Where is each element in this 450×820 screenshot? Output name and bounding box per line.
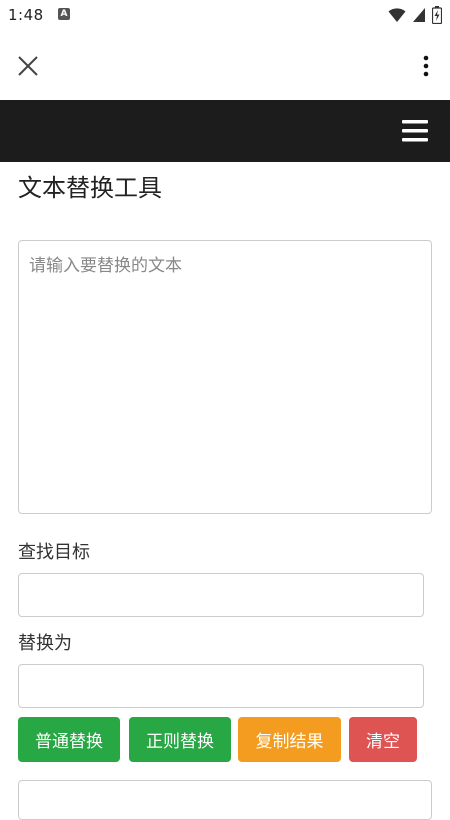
replace-with-input[interactable] bbox=[18, 664, 424, 708]
app-bar bbox=[0, 30, 450, 100]
wifi-icon bbox=[388, 8, 406, 22]
hamburger-menu-icon[interactable] bbox=[400, 116, 430, 146]
main-content: 文本替换工具 查找目标 替换为 普通替换 正则替换 复制结果 清空 bbox=[0, 162, 450, 820]
system-icons bbox=[388, 6, 442, 24]
source-text-input[interactable] bbox=[18, 240, 432, 514]
result-output[interactable] bbox=[18, 780, 432, 820]
battery-charging-icon bbox=[432, 6, 442, 24]
normal-replace-button[interactable]: 普通替换 bbox=[18, 717, 120, 762]
clear-button[interactable]: 清空 bbox=[349, 717, 417, 762]
replace-with-label: 替换为 bbox=[18, 633, 72, 654]
signal-icon bbox=[413, 8, 425, 22]
find-target-input[interactable] bbox=[18, 573, 424, 617]
more-vert-icon[interactable] bbox=[416, 54, 436, 78]
copy-result-button[interactable]: 复制结果 bbox=[238, 717, 341, 762]
page-title: 文本替换工具 bbox=[18, 174, 162, 202]
regex-replace-button[interactable]: 正则替换 bbox=[129, 717, 231, 762]
close-icon[interactable] bbox=[16, 54, 40, 78]
site-navbar bbox=[0, 100, 450, 162]
notification-icon: A bbox=[58, 8, 70, 20]
find-target-label: 查找目标 bbox=[18, 542, 90, 563]
status-time: 1:48 bbox=[8, 6, 44, 24]
status-bar: 1:48 A bbox=[0, 0, 450, 30]
